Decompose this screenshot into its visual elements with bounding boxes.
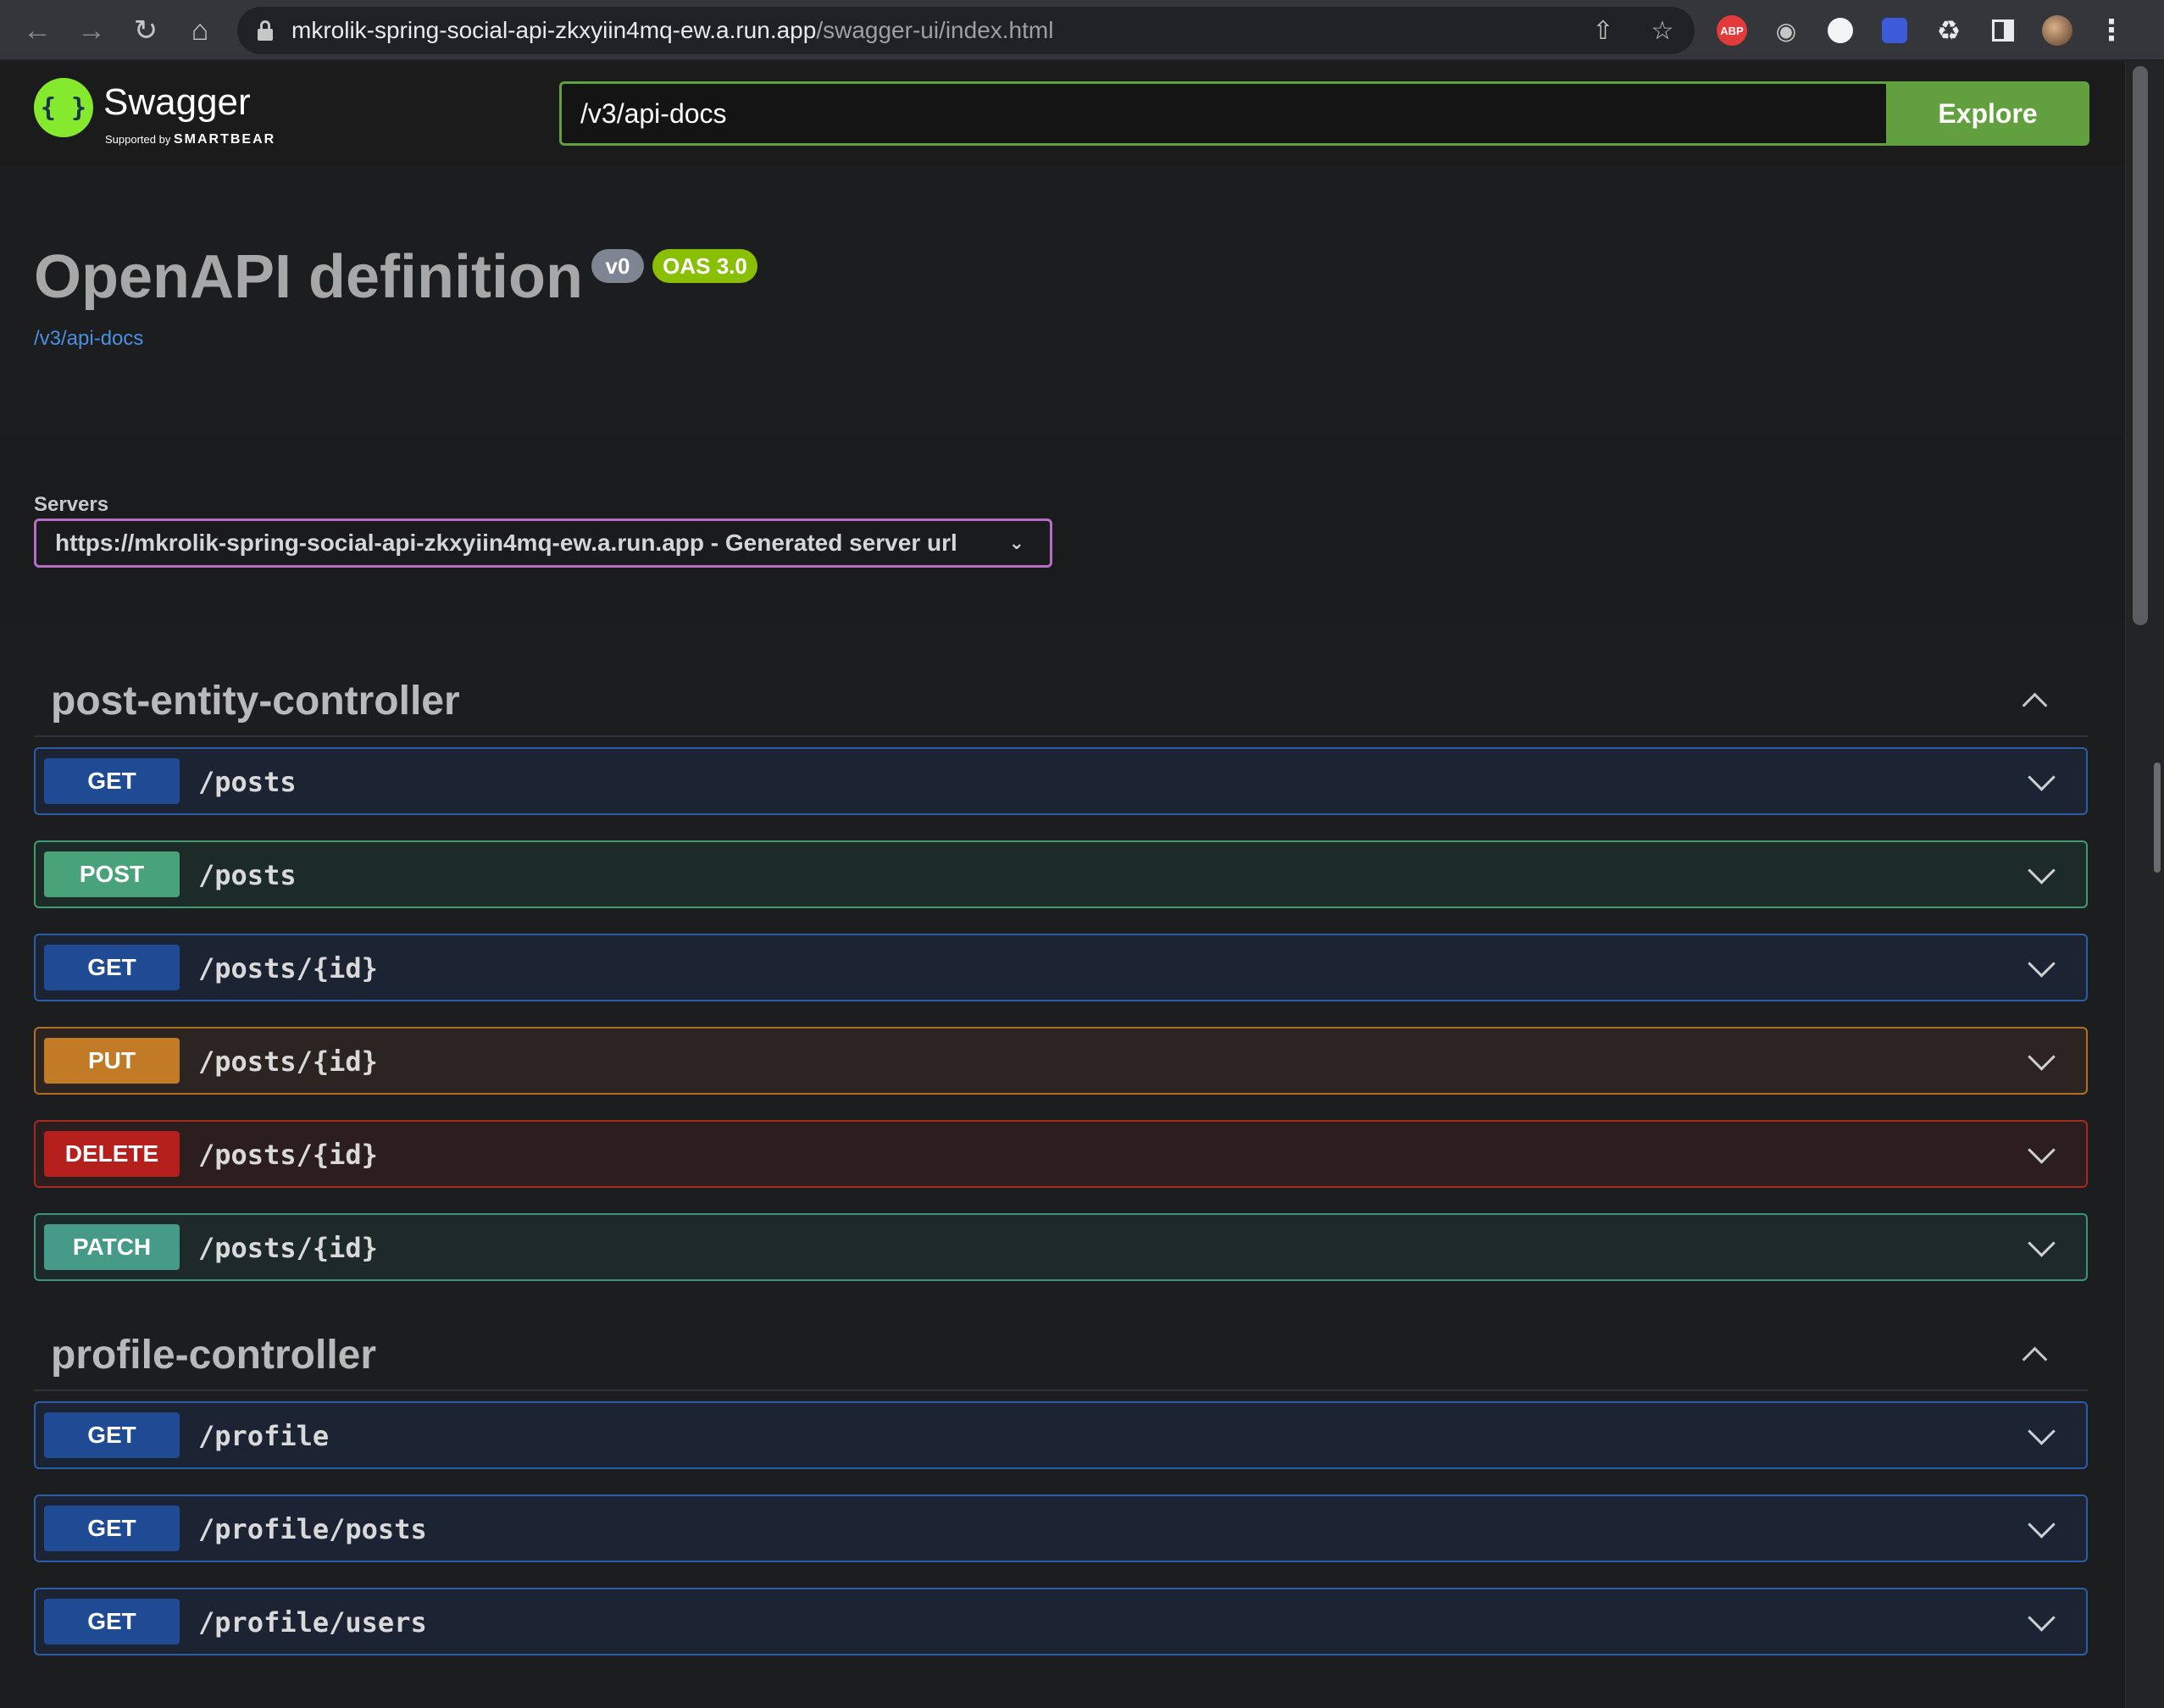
home-icon[interactable]: ⌂ <box>181 12 219 49</box>
chevron-up-icon[interactable] <box>2020 686 2045 712</box>
chevron-down-icon[interactable] <box>2028 1422 2052 1445</box>
share-icon[interactable]: ⇧ <box>1588 15 1618 46</box>
operation-patch-post-by-id[interactable]: PATCH /posts/{id} <box>34 1213 2088 1281</box>
operation-get-post-by-id[interactable]: GET /posts/{id} <box>34 934 2088 1001</box>
explore-button[interactable]: Explore <box>1886 81 2089 146</box>
extension-doc-icon[interactable] <box>1882 18 1907 43</box>
chevron-down-icon[interactable] <box>2028 861 2052 884</box>
server-select-value: https://mkrolik-spring-social-api-zkxyii… <box>55 530 957 556</box>
method-badge: PUT <box>44 1038 180 1084</box>
scrollbar-thumb[interactable] <box>2133 66 2148 625</box>
operation-get-posts[interactable]: GET /posts <box>34 747 2088 815</box>
operation-path: /posts/{id} <box>198 952 378 984</box>
operation-post-posts[interactable]: POST /posts <box>34 840 2088 908</box>
spec-link[interactable]: /v3/api-docs <box>34 327 143 351</box>
profile-avatar[interactable] <box>2042 15 2072 46</box>
version-badge: v0 <box>591 249 644 283</box>
operation-put-post-by-id[interactable]: PUT /posts/{id} <box>34 1027 2088 1095</box>
lock-icon[interactable] <box>258 20 273 41</box>
url-host: mkrolik-spring-social-api-zkxyiin4mq-ew.… <box>291 17 817 43</box>
logo-sub-prefix: Supported by <box>105 133 171 146</box>
adblock-extension-icon[interactable]: ABP <box>1717 15 1747 46</box>
chevron-down-icon[interactable] <box>2028 954 2052 978</box>
overlay-scrollbar-thumb[interactable] <box>2154 762 2161 873</box>
tag-title: profile-controller <box>51 1333 377 1378</box>
page-title: OpenAPI definition <box>34 243 583 311</box>
chevron-up-icon[interactable] <box>2020 1340 2045 1366</box>
operation-path: /posts/{id} <box>198 1139 378 1171</box>
server-select[interactable]: https://mkrolik-spring-social-api-zkxyii… <box>34 518 1052 568</box>
chevron-down-icon: ⌄ <box>1008 532 1024 553</box>
method-badge: POST <box>44 851 180 897</box>
operation-path: /posts <box>198 766 297 798</box>
operation-path: /profile/users <box>198 1606 427 1639</box>
operation-path: /profile/posts <box>198 1513 427 1545</box>
method-badge: DELETE <box>44 1131 180 1177</box>
chevron-down-icon[interactable] <box>2028 1234 2052 1257</box>
tag-header-profile-controller[interactable]: profile-controller <box>34 1306 2088 1391</box>
operation-get-profile-users[interactable]: GET /profile/users <box>34 1588 2088 1655</box>
spy-extension-icon[interactable]: ◉ <box>1767 12 1805 49</box>
menu-dots-icon[interactable]: ⋮ <box>2093 12 2130 49</box>
method-badge: GET <box>44 1599 180 1644</box>
back-arrow-icon[interactable]: ← <box>19 12 56 49</box>
browser-toolbar: ← → ↻ ⌂ mkrolik-spring-social-api-zkxyii… <box>0 0 2164 61</box>
chevron-down-icon[interactable] <box>2028 1140 2052 1164</box>
chevron-down-icon[interactable] <box>2028 768 2052 791</box>
operation-get-profile-posts[interactable]: GET /profile/posts <box>34 1494 2088 1562</box>
spec-url-input[interactable]: /v3/api-docs <box>559 81 1888 146</box>
swagger-logo-text: Swagger <box>103 81 251 123</box>
tag-title: post-entity-controller <box>51 679 460 724</box>
star-icon[interactable]: ☆ <box>1647 15 1678 46</box>
operation-delete-post-by-id[interactable]: DELETE /posts/{id} <box>34 1120 2088 1188</box>
swagger-logo-icon[interactable]: { } <box>34 78 93 137</box>
logo-sub-brand: SMARTBEAR <box>173 132 276 147</box>
chevron-down-icon[interactable] <box>2028 1047 2052 1071</box>
operation-path: /posts/{id} <box>198 1232 378 1264</box>
tag-header-post-entity-controller[interactable]: post-entity-controller <box>34 652 2088 737</box>
operation-path: /profile <box>198 1420 330 1452</box>
method-badge: GET <box>44 758 180 804</box>
operation-path: /posts/{id} <box>198 1045 378 1078</box>
operation-path: /posts <box>198 859 297 891</box>
servers-label: Servers <box>34 493 109 516</box>
chevron-down-icon[interactable] <box>2028 1515 2052 1539</box>
chevron-down-icon[interactable] <box>2028 1608 2052 1632</box>
method-badge: PATCH <box>44 1224 180 1270</box>
operation-get-profile[interactable]: GET /profile <box>34 1401 2088 1469</box>
url-path: /swagger-ui/index.html <box>816 17 1054 43</box>
smartbear-subtitle: Supported by SMARTBEAR <box>105 132 275 147</box>
forward-arrow-icon[interactable]: → <box>73 12 110 49</box>
oas-badge: OAS 3.0 <box>652 249 757 283</box>
method-badge: GET <box>44 945 180 990</box>
method-badge: GET <box>44 1506 180 1551</box>
reload-icon[interactable]: ↻ <box>127 12 164 49</box>
sidepanel-icon[interactable] <box>1984 12 2022 49</box>
puzzle-icon[interactable]: ♻ <box>1930 12 1967 49</box>
address-bar[interactable]: mkrolik-spring-social-api-zkxyiin4mq-ew.… <box>237 7 1695 54</box>
extension-circle-icon[interactable] <box>1828 18 1853 43</box>
method-badge: GET <box>44 1412 180 1458</box>
